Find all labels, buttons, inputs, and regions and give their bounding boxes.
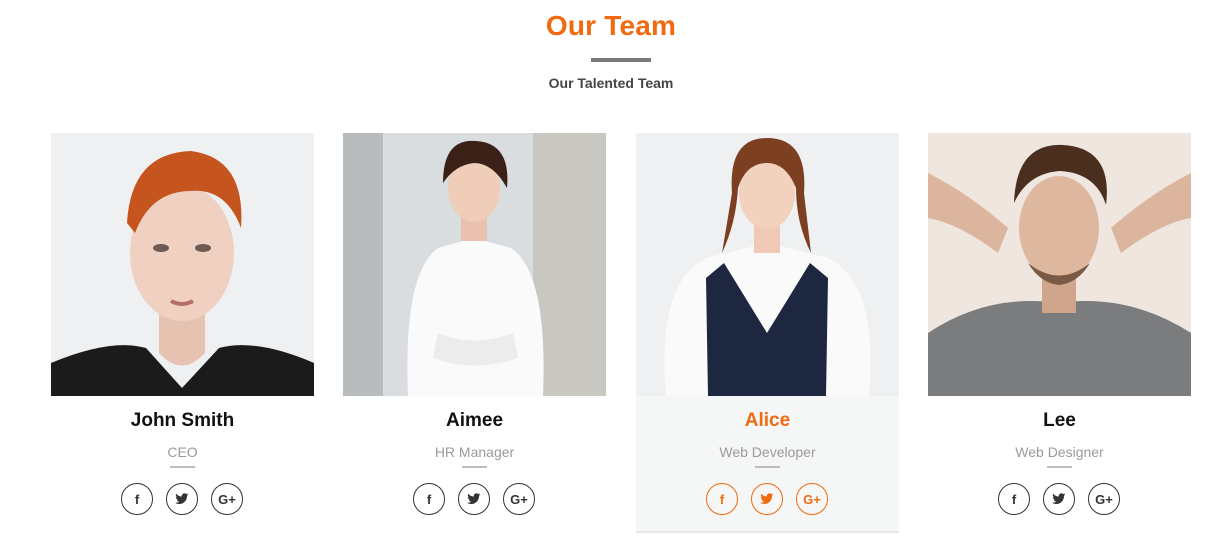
team-card[interactable]: Lee Web Designer f G+ <box>928 133 1191 531</box>
member-role: Web Designer <box>1015 444 1104 460</box>
twitter-icon[interactable] <box>751 483 783 515</box>
member-photo <box>928 133 1191 396</box>
google-plus-icon[interactable]: G+ <box>1088 483 1120 515</box>
member-role: HR Manager <box>434 444 515 460</box>
facebook-icon[interactable]: f <box>998 483 1030 515</box>
role-divider <box>755 466 780 468</box>
role-divider <box>462 466 487 468</box>
member-photo <box>343 133 606 396</box>
facebook-icon[interactable]: f <box>706 483 738 515</box>
google-plus-icon[interactable]: G+ <box>503 483 535 515</box>
team-card[interactable]: John Smith CEO f G+ <box>51 133 314 531</box>
twitter-icon[interactable] <box>166 483 198 515</box>
twitter-icon[interactable] <box>1043 483 1075 515</box>
member-role: Web Developer <box>719 444 816 460</box>
section-title: Our Team <box>545 10 677 41</box>
member-photo <box>51 133 314 396</box>
social-links: f G+ <box>636 483 899 515</box>
social-links: f G+ <box>51 483 314 515</box>
member-name: John Smith <box>130 410 235 431</box>
member-role: CEO <box>167 444 198 460</box>
twitter-icon[interactable] <box>458 483 490 515</box>
google-plus-icon[interactable]: G+ <box>211 483 243 515</box>
section-subtitle: Our Talented Team <box>548 75 674 91</box>
member-name: Lee <box>1043 410 1076 431</box>
facebook-icon[interactable]: f <box>413 483 445 515</box>
facebook-icon[interactable]: f <box>121 483 153 515</box>
team-card[interactable]: Alice Web Developer f G+ <box>636 133 899 533</box>
member-name: Aimee <box>445 410 504 431</box>
google-plus-icon[interactable]: G+ <box>796 483 828 515</box>
member-photo <box>636 133 899 396</box>
team-card[interactable]: Aimee HR Manager f G+ <box>343 133 606 531</box>
social-links: f G+ <box>343 483 606 515</box>
social-links: f G+ <box>928 483 1191 515</box>
title-divider <box>591 58 651 62</box>
role-divider <box>170 466 195 468</box>
role-divider <box>1047 466 1072 468</box>
member-name: Alice <box>744 410 791 431</box>
